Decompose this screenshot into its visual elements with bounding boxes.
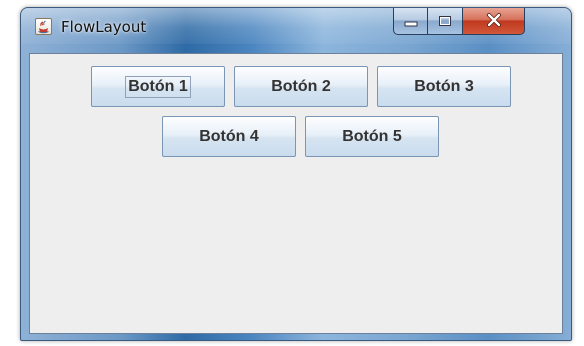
minimize-button[interactable] bbox=[393, 8, 428, 35]
maximize-button[interactable] bbox=[428, 8, 463, 35]
close-icon bbox=[486, 12, 502, 31]
boton-2-label: Botón 2 bbox=[271, 77, 331, 95]
boton-4-button[interactable]: Botón 4 bbox=[162, 116, 296, 157]
app-window: FlowLayout Botón 1 Botón 2 Botón 3 Botón… bbox=[20, 7, 572, 341]
boton-5-button[interactable]: Botón 5 bbox=[305, 116, 439, 157]
content-pane: Botón 1 Botón 2 Botón 3 Botón 4 Botón 5 bbox=[29, 53, 563, 334]
minimize-icon bbox=[404, 12, 418, 31]
close-button[interactable] bbox=[463, 8, 525, 35]
boton-1-button[interactable]: Botón 1 bbox=[91, 66, 225, 107]
boton-3-button[interactable]: Botón 3 bbox=[377, 66, 511, 107]
boton-1-label: Botón 1 bbox=[128, 77, 188, 95]
boton-4-label: Botón 4 bbox=[199, 127, 259, 145]
focus-indicator: Botón 1 bbox=[125, 75, 191, 98]
java-cup-icon[interactable] bbox=[35, 18, 52, 35]
maximize-icon bbox=[438, 12, 452, 31]
boton-2-button[interactable]: Botón 2 bbox=[234, 66, 368, 107]
caption-buttons bbox=[393, 8, 525, 36]
boton-5-label: Botón 5 bbox=[342, 127, 402, 145]
window-title: FlowLayout bbox=[61, 18, 147, 36]
boton-3-label: Botón 3 bbox=[414, 77, 474, 95]
